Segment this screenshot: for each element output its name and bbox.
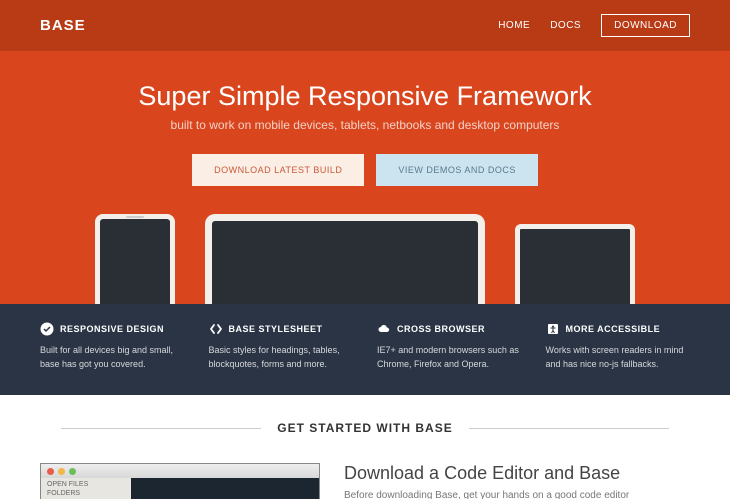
cloud-icon [377, 322, 391, 336]
hero: Super Simple Responsive Framework built … [0, 51, 730, 304]
editor-titlebar [41, 464, 319, 478]
main-nav: HOME DOCS DOWNLOAD [498, 14, 690, 37]
code-icon [209, 322, 223, 336]
sidebar-folders: FOLDERS [47, 490, 125, 497]
editor-window: OPEN FILES FOLDERS [40, 463, 320, 499]
nav-download[interactable]: DOWNLOAD [601, 14, 690, 37]
feature-stylesheet: BASE STYLESHEET Basic styles for heading… [209, 322, 354, 371]
feature-desc: IE7+ and modern browsers such as Chrome,… [377, 344, 522, 371]
hero-title: Super Simple Responsive Framework [40, 81, 690, 112]
editor-title: Download a Code Editor and Base [344, 463, 629, 484]
editor-sidebar: OPEN FILES FOLDERS [41, 478, 131, 499]
hero-subtitle: built to work on mobile devices, tablets… [40, 118, 690, 132]
accessibility-icon [546, 322, 560, 336]
feature-title: MORE ACCESSIBLE [566, 324, 661, 334]
feature-cross-browser: CROSS BROWSER IE7+ and modern browsers s… [377, 322, 522, 371]
get-started-heading: GET STARTED WITH BASE [261, 421, 468, 435]
laptop-mockup [205, 214, 485, 304]
feature-desc: Built for all devices big and small, bas… [40, 344, 185, 371]
feature-responsive: RESPONSIVE DESIGN Built for all devices … [40, 322, 185, 371]
close-dot-icon [47, 468, 54, 475]
nav-home[interactable]: HOME [498, 20, 530, 31]
view-demos-button[interactable]: VIEW DEMOS AND DOCS [376, 154, 538, 186]
feature-accessible: MORE ACCESSIBLE Works with screen reader… [546, 322, 691, 371]
phone-mockup [95, 214, 175, 304]
editor-text: Download a Code Editor and Base Before d… [344, 463, 629, 499]
sidebar-open-files: OPEN FILES [47, 481, 125, 488]
cta-row: DOWNLOAD LATEST BUILD VIEW DEMOS AND DOC… [40, 154, 690, 186]
site-header: BASE HOME DOCS DOWNLOAD [0, 0, 730, 51]
feature-title: RESPONSIVE DESIGN [60, 324, 164, 334]
device-mockups [40, 214, 690, 304]
editor-code-area [131, 478, 319, 499]
editor-blurb: Before downloading Base, get your hands … [344, 490, 629, 499]
download-build-button[interactable]: DOWNLOAD LATEST BUILD [192, 154, 364, 186]
features-bar: RESPONSIVE DESIGN Built for all devices … [0, 304, 730, 395]
editor-body: OPEN FILES FOLDERS [41, 478, 319, 499]
feature-title: CROSS BROWSER [397, 324, 485, 334]
get-started-section: GET STARTED WITH BASE [0, 395, 730, 447]
feature-desc: Basic styles for headings, tables, block… [209, 344, 354, 371]
zoom-dot-icon [69, 468, 76, 475]
logo[interactable]: BASE [40, 17, 86, 34]
feature-title: BASE STYLESHEET [229, 324, 323, 334]
tablet-mockup [515, 224, 635, 304]
minimize-dot-icon [58, 468, 65, 475]
check-circle-icon [40, 322, 54, 336]
editor-promo: OPEN FILES FOLDERS Download a Code Edito… [0, 447, 730, 499]
nav-docs[interactable]: DOCS [550, 20, 581, 31]
feature-desc: Works with screen readers in mind and ha… [546, 344, 691, 371]
